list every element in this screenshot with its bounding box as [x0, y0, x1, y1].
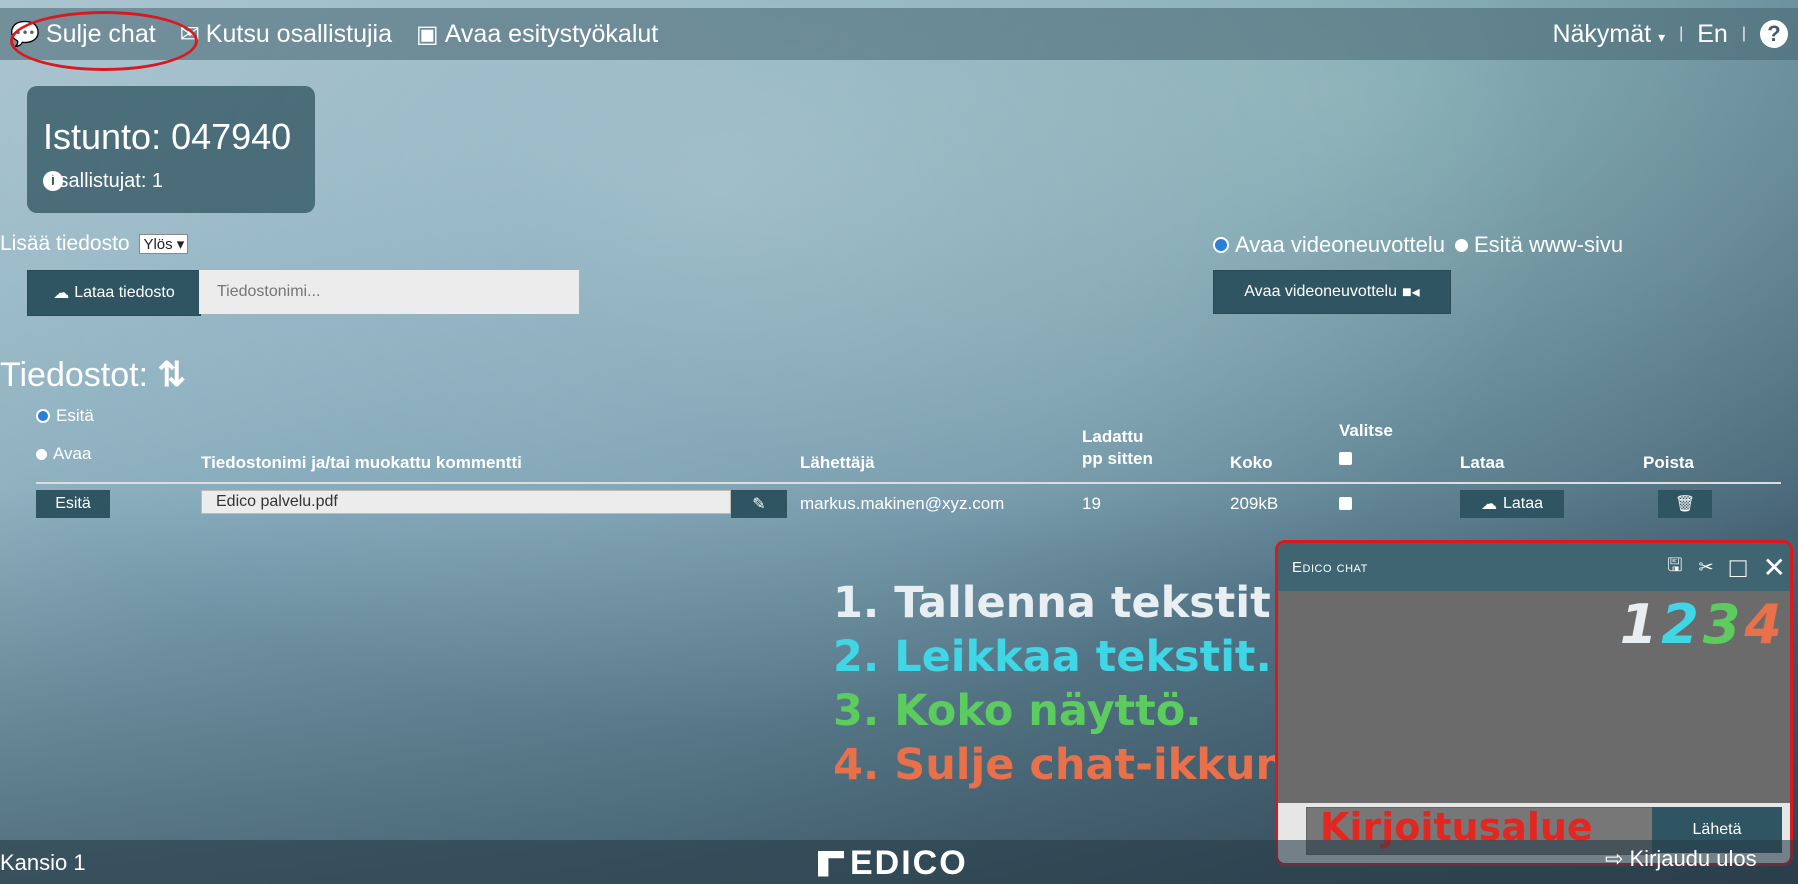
views-dropdown[interactable]: Näkymät ▾: [1552, 20, 1665, 49]
instruction-4: 4. Sulje chat-ikkuna.: [833, 740, 1332, 790]
instruction-2: 2. Leikkaa tekstit.: [833, 632, 1272, 682]
col-delete: Poista: [1643, 453, 1695, 472]
add-file-row: Lisää tiedosto Ylös ▾: [0, 232, 189, 256]
radio-open-video[interactable]: [1213, 237, 1229, 253]
instruction-3: 3. Koko näyttö.: [833, 686, 1202, 736]
instruction-1: 1. Tallenna tekstit.: [833, 578, 1287, 628]
files-radio-show[interactable]: Esitä: [36, 406, 94, 426]
download-button[interactable]: ☁ Lataa: [1460, 490, 1564, 518]
scissors-icon[interactable]: ✂: [1699, 557, 1714, 578]
col-uploaded-line2: pp sitten: [1082, 449, 1153, 468]
row-size: 209kB: [1230, 494, 1279, 513]
top-right-menu: Näkymät ▾ | En | ?: [1552, 8, 1788, 60]
number-4: 4: [1744, 593, 1786, 656]
logout-label: Kirjaudu ulos: [1629, 846, 1757, 871]
open-tools-label: Avaa esitystyökalut: [444, 19, 659, 48]
filename-input[interactable]: [199, 270, 579, 314]
logout-icon: ⇨: [1605, 846, 1624, 871]
position-select-value: Ylös: [143, 236, 173, 254]
help-icon[interactable]: ?: [1760, 20, 1788, 48]
col-select: Valitse: [1339, 421, 1393, 440]
col-size: Koko: [1230, 453, 1273, 472]
radio-show-icon: [36, 409, 50, 423]
col-uploaded: Ladattu pp sitten: [1082, 426, 1153, 470]
participants-count: Osallistujat: 1: [43, 170, 164, 192]
row-sender: markus.makinen@xyz.com: [800, 494, 1005, 513]
number-2: 2: [1661, 593, 1703, 656]
sort-icon[interactable]: ⇅: [158, 356, 187, 394]
files-radio-open-label: Avaa: [53, 444, 92, 463]
invite-label: Kutsu osallistujia: [205, 19, 393, 48]
chat-icon-numbers: 1234: [1620, 593, 1786, 656]
chat-toolbar: 🖫 ✂ □ ✕: [1667, 551, 1786, 584]
video-options: Avaa videoneuvottelu Esitä www-sivu: [1213, 232, 1623, 258]
download-label: Lataa: [1502, 495, 1544, 512]
caret-down-icon: ▾: [1658, 28, 1666, 45]
number-1: 1: [1619, 593, 1662, 656]
highlight-circle: [10, 11, 198, 71]
select-all-checkbox[interactable]: [1339, 452, 1352, 465]
radio-show-web[interactable]: [1454, 238, 1468, 252]
maximize-icon[interactable]: □: [1730, 552, 1747, 584]
cloud-download-icon: ☁: [1480, 496, 1497, 513]
save-text-icon[interactable]: 🖫: [1667, 553, 1682, 583]
cloud-upload-icon: ☁: [53, 285, 70, 302]
upload-file-button[interactable]: ☁ Lataa tiedosto: [27, 270, 201, 316]
play-square-icon: ▣: [416, 20, 439, 48]
close-icon[interactable]: ✕: [1763, 551, 1786, 584]
top-bar: 💬 Sulje chat ✉ Kutsu osallistujia ▣ Avaa…: [0, 8, 1798, 60]
open-video-label: Avaa videoneuvottelu: [1244, 283, 1397, 300]
radio-show-web-label: Esitä www-sivu: [1473, 232, 1624, 257]
files-radio-open[interactable]: Avaa: [36, 444, 91, 464]
files-title-text: Tiedostot:: [0, 356, 149, 394]
language-link[interactable]: En: [1697, 20, 1728, 49]
open-video-button[interactable]: Avaa videoneuvottelu ■◂: [1213, 270, 1451, 314]
radio-open-video-label: Avaa videoneuvottelu: [1235, 232, 1445, 257]
chat-window: Edico chat 🖫 ✂ □ ✕ 1234 Kirjoitusalue Lä…: [1275, 540, 1793, 866]
radio-open-icon: [36, 448, 47, 460]
logout-button[interactable]: ⇨ Kirjaudu ulos: [1605, 846, 1757, 872]
chat-header: Edico chat 🖫 ✂ □ ✕: [1278, 543, 1790, 591]
edit-button[interactable]: ✎: [731, 490, 787, 518]
row-select-checkbox[interactable]: [1339, 497, 1352, 510]
col-sender: Lähettäjä: [800, 453, 875, 472]
views-label: Näkymät: [1552, 19, 1652, 48]
pencil-icon: ✎: [752, 496, 766, 513]
files-title: Tiedostot: ⇅: [0, 355, 186, 395]
show-file-button[interactable]: Esitä: [36, 490, 110, 518]
logo-mark-icon: [818, 850, 844, 877]
session-box: Istunto: 047940 i Osallistujat: 1: [27, 86, 315, 213]
position-select[interactable]: Ylös ▾: [139, 234, 189, 255]
invite-button[interactable]: ✉ Kutsu osallistujia: [180, 20, 392, 49]
delete-button[interactable]: 🗑: [1658, 490, 1712, 518]
logo-text: EDICO: [850, 844, 968, 882]
col-uploaded-line1: Ladattu: [1082, 427, 1144, 446]
divider: |: [1679, 25, 1684, 42]
open-tools-button[interactable]: ▣ Avaa esitystyökalut: [416, 20, 658, 49]
upload-file-label: Lataa tiedosto: [74, 284, 175, 301]
file-comment-input[interactable]: Edico palvelu.pdf: [201, 490, 731, 514]
edico-logo: EDICO: [818, 844, 968, 883]
table-divider: [36, 482, 1781, 484]
divider: |: [1741, 25, 1746, 42]
number-3: 3: [1702, 593, 1745, 656]
video-camera-icon: ■◂: [1402, 284, 1420, 301]
add-file-label: Lisää tiedosto: [0, 232, 130, 255]
col-filename: Tiedostonimi ja/tai muokattu kommentti: [201, 453, 522, 472]
trash-icon: 🗑: [1674, 496, 1696, 513]
chat-title: Edico chat: [1292, 558, 1368, 576]
files-radio-show-label: Esitä: [56, 406, 94, 425]
row-days: 19: [1082, 494, 1101, 513]
folder-label: Kansio 1: [0, 850, 86, 875]
session-id: Istunto: 047940: [43, 116, 292, 157]
col-download: Lataa: [1460, 453, 1505, 472]
